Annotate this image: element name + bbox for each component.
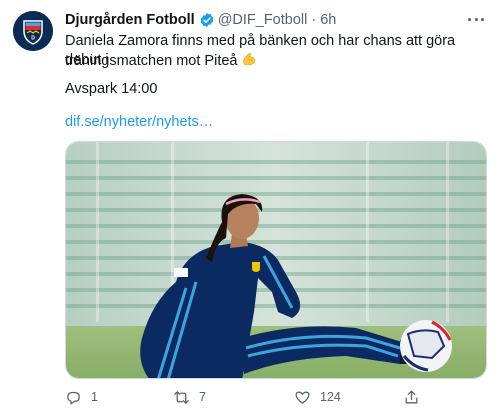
reply-button[interactable]: 1	[65, 386, 98, 408]
reply-icon	[67, 391, 80, 405]
tweet-link[interactable]: dif.se/nyheter/nyhets…	[65, 113, 485, 132]
svg-text:D: D	[31, 36, 35, 42]
tweet-text-line-3: Avspark 14:00	[65, 81, 158, 97]
tweet-text-line-2-content: träningsmatchen mot Piteå	[65, 53, 238, 69]
tweet-actions: 1 7 124	[65, 386, 485, 408]
like-count: 124	[320, 390, 341, 404]
club-crest-icon: D	[13, 11, 53, 51]
share-icon	[405, 389, 418, 403]
avatar[interactable]: D	[13, 11, 53, 51]
heart-icon	[295, 391, 310, 404]
verified-badge-icon	[199, 12, 215, 28]
tweet-header: Djurgården Fotboll @DIF_Fotboll · 6h	[65, 10, 336, 30]
player-photo-image	[66, 142, 486, 378]
retweet-button[interactable]: 7	[173, 386, 206, 408]
share-button[interactable]	[403, 386, 429, 408]
more-options-icon[interactable]	[466, 12, 486, 26]
display-name[interactable]: Djurgården Fotboll	[65, 12, 195, 28]
retweet-icon	[174, 390, 189, 404]
tweet[interactable]: D Djurgården Fotboll @DIF_Fotboll · 6h D…	[0, 0, 500, 416]
tweet-photo[interactable]	[65, 141, 487, 379]
retweet-count: 7	[199, 390, 206, 404]
separator-dot: ·	[311, 12, 317, 28]
timestamp[interactable]: 6h	[320, 12, 336, 28]
tweet-text-line-2: träningsmatchen mot Piteå	[65, 51, 485, 71]
reply-count: 1	[91, 390, 98, 404]
user-handle[interactable]: @DIF_Fotboll	[218, 12, 308, 28]
like-button[interactable]: 124	[294, 386, 341, 408]
flexed-biceps-icon	[241, 51, 257, 67]
